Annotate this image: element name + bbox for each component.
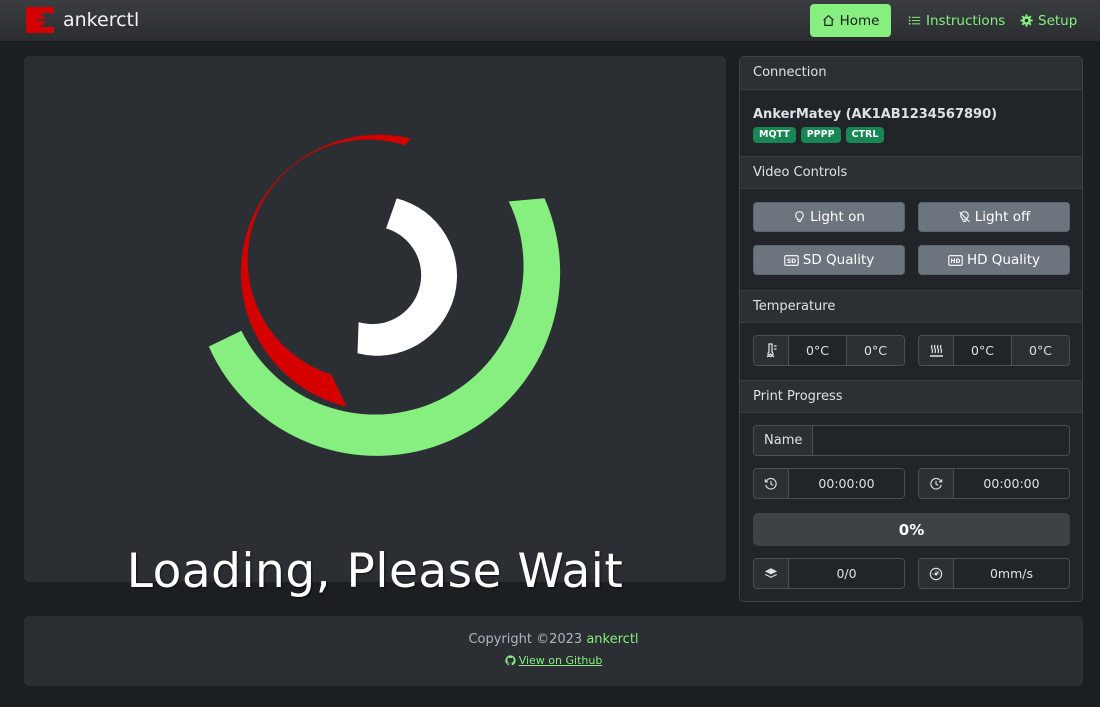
bed-current-temp: 0°C [954,336,1011,365]
clock-forward-icon [919,469,954,498]
connection-header: Connection [740,57,1082,90]
github-link[interactable]: View on Github [24,654,1083,667]
bed-temperature-group: 0°C 0°C [918,335,1070,366]
hd-quality-button[interactable]: HD HD Quality [918,245,1070,275]
ctrl-badge: CTRL [845,127,885,143]
heated-bed-icon [919,336,954,365]
light-off-button[interactable]: Light off [918,202,1070,232]
nav-instructions-link[interactable]: Instructions [908,4,1005,37]
footer: Copyright ©2023 ankerctl View on Github [24,616,1083,686]
sd-quality-label: SD Quality [802,252,875,268]
print-progress-percent: 0% [898,520,925,539]
nav-setup-label: Setup [1038,12,1078,29]
connection-badges: MQTT PPPP CTRL [753,127,885,143]
video-controls-header: Video Controls [740,156,1082,189]
svg-text:HD: HD [951,258,961,265]
copyright: Copyright ©2023 ankerctl [24,632,1083,647]
loading-spinner [208,134,561,456]
svg-text:SD: SD [787,258,796,265]
remaining-time: 00:00:00 [954,469,1069,498]
house-icon [822,14,834,26]
history-icon [754,469,789,498]
temperature-header: Temperature [740,290,1082,323]
nozzle-target-temp[interactable]: 0°C [846,336,904,365]
speed-group: 0mm/s [918,558,1070,589]
brand[interactable]: ankerctl [24,4,139,36]
nozzle-temperature-group: 0°C 0°C [753,335,905,366]
layers-value: 0/0 [789,559,904,588]
loading-message: Loading, Please Wait [126,544,624,599]
copyright-text: Copyright ©2023 [468,632,583,647]
lightbulb-off-icon [958,211,970,223]
status-card: Connection AnkerMatey (AK1AB1234567890) … [739,56,1083,602]
light-on-button[interactable]: Light on [753,202,905,232]
speedometer-icon [919,559,954,588]
nozzle-icon [754,336,789,365]
pppp-badge: PPPP [800,127,841,143]
print-progress-header: Print Progress [740,380,1082,413]
gear-icon [1020,14,1033,27]
lightbulb-icon [795,211,804,222]
sd-quality-button[interactable]: SD SD Quality [753,245,905,275]
spinner-red-arc [240,134,411,407]
hd-quality-label: HD Quality [966,252,1041,268]
nav-instructions-label: Instructions [926,12,1006,29]
ankerctl-logo-icon [26,7,54,33]
elapsed-time-group: 00:00:00 [753,468,905,499]
print-name-label: Name [754,426,814,455]
brand-name: ankerctl [63,9,140,31]
printer-name: AnkerMatey (AK1AB1234567890) [753,107,998,122]
nav-home-label: Home [839,12,880,29]
nav-setup-link[interactable]: Setup [1020,4,1077,37]
speed-value: 0mm/s [954,559,1069,588]
elapsed-time: 00:00:00 [789,469,904,498]
bed-target-temp[interactable]: 0°C [1011,336,1069,365]
print-name-group: Name [753,425,1070,456]
light-on-label: Light on [810,209,865,225]
print-name-value [813,426,1069,455]
list-icon [908,16,921,25]
remaining-time-group: 00:00:00 [918,468,1070,499]
layers-group: 0/0 [753,558,905,589]
nav-home-button[interactable]: Home [810,4,891,37]
video-panel: Loading, Please Wait [24,56,726,599]
light-off-label: Light off [974,209,1031,225]
github-icon [505,655,516,666]
navbar: ankerctl Home Instructions Setup [0,0,1100,42]
print-progress-bar: 0% [753,513,1070,546]
sd-icon: SD [784,254,799,266]
ankerctl-link[interactable]: ankerctl [586,632,638,647]
nozzle-current-temp: 0°C [789,336,846,365]
mqtt-badge: MQTT [753,127,796,143]
hd-icon: HD [948,254,963,266]
github-link-label: View on Github [518,654,603,667]
layers-icon [754,559,789,588]
spinner-white-arc [357,198,457,356]
